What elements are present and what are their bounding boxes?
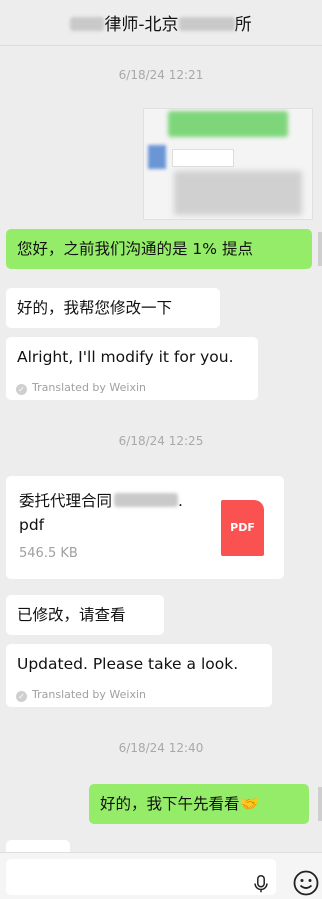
chat-title[interactable]: 律师-北京 所 xyxy=(0,10,322,35)
timestamp: 6/18/24 12:40 xyxy=(118,741,204,755)
received-message[interactable]: 好的，我帮您修改一下 xyxy=(6,288,220,328)
message-text: 好的，我下午先看看🤝 xyxy=(100,795,259,813)
file-extension: pdf xyxy=(19,516,45,534)
message-text: 您好，之前我们沟通的是 1% 提点 xyxy=(17,240,253,258)
message-text: 好的，我帮您修改一下 xyxy=(17,299,173,317)
redacted-name xyxy=(178,17,235,31)
message-text: 已修改，请查看 xyxy=(17,606,126,624)
message-input[interactable] xyxy=(6,859,276,895)
chat-header: 律师-北京 所 xyxy=(0,0,322,46)
translate-check-icon: ✓ xyxy=(16,691,27,702)
received-message[interactable]: 已修改，请查看 xyxy=(6,595,164,635)
scrollbar[interactable] xyxy=(318,787,322,821)
file-message[interactable]: 委托代理合同. pdf 546.5 KB PDF xyxy=(6,476,284,579)
translate-check-icon: ✓ xyxy=(16,384,27,395)
microphone-icon[interactable] xyxy=(250,873,272,895)
image-message[interactable] xyxy=(143,108,313,220)
timestamp: 6/18/24 12:21 xyxy=(118,68,204,82)
blurred-content xyxy=(172,149,234,167)
input-bar xyxy=(0,852,322,899)
blurred-content xyxy=(168,111,288,137)
file-size: 546.5 KB xyxy=(19,546,78,561)
blurred-content xyxy=(148,145,166,169)
translated-by-label: ✓ Translated by Weixin xyxy=(16,377,146,399)
scrollbar[interactable] xyxy=(318,232,322,266)
message-partial xyxy=(6,840,70,852)
pdf-file-icon: PDF xyxy=(221,500,264,556)
translation-card[interactable]: Updated. Please take a look. ✓ Translated… xyxy=(6,644,272,707)
chat-title-suffix: 所 xyxy=(234,15,252,35)
sent-message[interactable]: 您好，之前我们沟通的是 1% 提点 xyxy=(6,229,312,269)
sent-message[interactable]: 好的，我下午先看看🤝 xyxy=(89,784,309,824)
chat-title-text: 律师-北京 xyxy=(104,15,179,35)
redacted-name xyxy=(114,493,179,507)
blurred-content xyxy=(174,171,302,215)
translation-card[interactable]: Alright, I'll modify it for you. ✓ Transl… xyxy=(6,337,258,400)
timestamp: 6/18/24 12:25 xyxy=(118,434,204,448)
translation-text: Updated. Please take a look. xyxy=(17,655,239,673)
translated-by-label: ✓ Translated by Weixin xyxy=(16,684,146,706)
redacted-name xyxy=(70,17,105,31)
file-name: 委托代理合同. xyxy=(19,492,183,510)
translation-text: Alright, I'll modify it for you. xyxy=(17,348,234,366)
emoji-icon[interactable] xyxy=(292,869,320,897)
